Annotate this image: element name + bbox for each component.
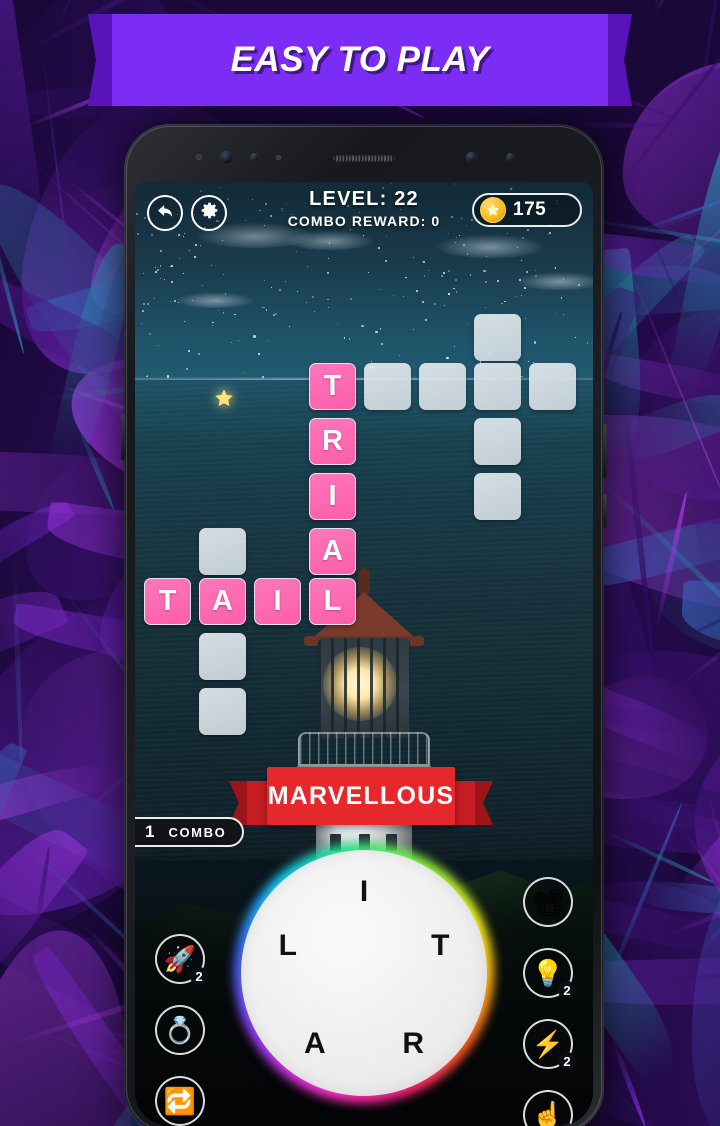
- combo-chip-label: COMBO: [168, 824, 227, 840]
- phone-mockup: LEVEL: 22 COMBO REWARD: 0 175 TRIATAIL M…: [121, 124, 607, 1126]
- wheel-surface[interactable]: I T R A L: [241, 850, 487, 1096]
- wheel-letter-t[interactable]: T: [431, 929, 449, 963]
- promo-headline: EASY TO PLAY: [230, 40, 490, 79]
- grid-cell-filled[interactable]: A: [199, 578, 246, 625]
- iris-scanner: [250, 153, 259, 162]
- grid-cell-empty[interactable]: [199, 688, 246, 735]
- grid-cell-filled[interactable]: I: [254, 578, 301, 625]
- star-coin-icon: [480, 197, 506, 223]
- phone-top-bezel: [134, 132, 594, 182]
- powerup-count-badge: 2: [558, 981, 576, 999]
- grid-cell-empty[interactable]: [474, 418, 521, 465]
- sensor-right-1: [466, 152, 477, 163]
- rocket-icon: 🚀: [163, 944, 197, 974]
- game-screen: LEVEL: 22 COMBO REWARD: 0 175 TRIATAIL M…: [135, 182, 593, 1126]
- grid-cell-filled[interactable]: A: [309, 528, 356, 575]
- banner-body: EASY TO PLAY: [112, 14, 608, 106]
- level-label: LEVEL: 22: [309, 188, 419, 210]
- coin-balance[interactable]: 175: [472, 193, 582, 227]
- powerup-watch-ad-coins[interactable]: 📽: [523, 877, 573, 927]
- ambient-sensor: [196, 154, 202, 160]
- lightning-bolt-icon: ⚡: [531, 1029, 565, 1059]
- wheel-letter-l[interactable]: L: [279, 929, 297, 963]
- treasure-ring-icon: 💍: [163, 1015, 197, 1045]
- wheel-letter-r[interactable]: R: [402, 1027, 424, 1061]
- background-frond: [566, 122, 669, 128]
- wheel-letter-a[interactable]: A: [304, 1027, 326, 1061]
- front-camera: [220, 151, 233, 164]
- grid-cell-empty[interactable]: [419, 363, 466, 410]
- powerup-count-badge: 2: [190, 967, 208, 985]
- combo-count: 1: [145, 822, 155, 841]
- grid-cell-filled[interactable]: T: [144, 578, 191, 625]
- grid-cell-empty[interactable]: [199, 633, 246, 680]
- grid-cell-filled[interactable]: R: [309, 418, 356, 465]
- grid-cell-empty[interactable]: [199, 528, 246, 575]
- coin-value: 175: [513, 199, 547, 220]
- wheel-letter-i[interactable]: I: [360, 875, 368, 909]
- grid-cell-empty[interactable]: [474, 363, 521, 410]
- sparkle-star-icon: [213, 387, 235, 414]
- praise-banner-front: MARVELLOUS: [267, 767, 455, 825]
- grid-cell-empty[interactable]: [529, 363, 576, 410]
- grid-cell-filled[interactable]: I: [309, 473, 356, 520]
- grid-cell-empty[interactable]: [474, 473, 521, 520]
- video-coins-icon: 📽: [531, 887, 565, 917]
- side-button-left: [121, 414, 125, 460]
- grid-cell-empty[interactable]: [474, 314, 521, 361]
- top-hud: LEVEL: 22 COMBO REWARD: 0 175: [135, 182, 593, 246]
- volume-button: [603, 424, 607, 478]
- combo-reward-label: COMBO REWARD: 0: [287, 213, 441, 229]
- shuffle-arrows-icon: 🔁: [163, 1086, 197, 1116]
- grid-cell-filled[interactable]: T: [309, 363, 356, 410]
- grid-cell-filled[interactable]: L: [309, 578, 356, 625]
- powerup-hint-bulb[interactable]: 💡 2: [523, 948, 576, 999]
- powerup-rocket-booster[interactable]: 🚀 2: [155, 934, 208, 985]
- grid-cell-empty[interactable]: [364, 363, 411, 410]
- combo-chip: 1 COMBO: [135, 817, 245, 847]
- proximity-sensor: [276, 155, 281, 160]
- earpiece-grille: [333, 155, 395, 162]
- sensor-right-2: [506, 153, 515, 162]
- letter-wheel[interactable]: I T R A L: [234, 843, 494, 1103]
- powerup-shuffle[interactable]: 🔁: [155, 1076, 205, 1126]
- powerup-count-badge: 2: [558, 1052, 576, 1070]
- praise-banner: MARVELLOUS: [245, 767, 477, 825]
- promo-banner: EASY TO PLAY: [0, 14, 720, 106]
- background-frond: [653, 0, 695, 15]
- power-button: [603, 494, 607, 528]
- lightbulb-icon: 💡: [531, 958, 565, 988]
- praise-text: MARVELLOUS: [267, 781, 455, 810]
- powerup-lightning-boost[interactable]: ⚡ 2: [523, 1019, 576, 1070]
- powerup-treasure-chest[interactable]: 💍: [155, 1005, 205, 1055]
- pointing-hand-icon: ☝: [531, 1100, 565, 1126]
